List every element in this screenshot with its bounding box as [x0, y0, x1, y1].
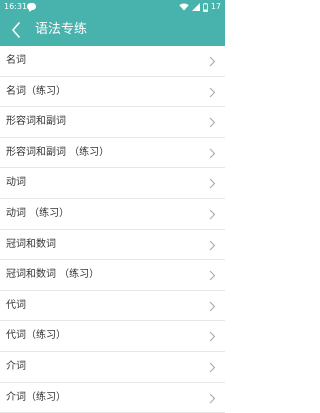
status-bar: 16:31 17 [0, 0, 225, 14]
chevron-right-icon [208, 331, 216, 342]
list-item-label: 动词 [6, 177, 26, 189]
list-item-label: 名词 [6, 55, 26, 66]
list-item[interactable]: 代词（练习） [0, 321, 225, 352]
list-item[interactable]: 形容词和副词 [0, 107, 225, 138]
chevron-right-icon [208, 270, 216, 281]
list-item[interactable]: 冠词和数词 （练习） [0, 260, 225, 291]
chevron-right-icon [208, 117, 216, 128]
list-item-label: 代词（练习） [6, 330, 66, 342]
chevron-right-icon [208, 209, 216, 220]
list-item[interactable]: 介词 [0, 352, 225, 383]
signal-icon [191, 3, 200, 11]
wifi-icon [179, 3, 189, 11]
list-item[interactable]: 动词 （练习） [0, 199, 225, 230]
list-item-label: 介词（练习） [6, 391, 66, 403]
list-item[interactable]: 形容词和副词 （练习） [0, 138, 225, 169]
status-indicators: 17 [179, 0, 221, 14]
list-item-label: 冠词和数词 （练习） [6, 269, 100, 281]
list-item[interactable]: 冠词和数词 [0, 230, 225, 261]
list-item[interactable]: 代词 [0, 291, 225, 322]
list-item-label: 形容词和副词 （练习） [6, 146, 110, 158]
chevron-right-icon [208, 148, 216, 159]
list-item-label: 形容词和副词 [6, 116, 66, 128]
chevron-right-icon [208, 301, 216, 312]
list-item[interactable]: 介词（练习） [0, 383, 225, 413]
back-button[interactable] [6, 18, 26, 42]
chevron-right-icon [208, 362, 216, 373]
battery-icon [202, 2, 208, 12]
list-item[interactable]: 名词 [0, 46, 225, 77]
chevron-right-icon [208, 393, 216, 404]
chevron-right-icon [208, 178, 216, 189]
chevron-right-icon [208, 87, 216, 98]
status-time: 16:31 [4, 2, 28, 11]
chevron-right-icon [208, 56, 216, 67]
list-item-label: 介词 [6, 360, 26, 372]
list-item-label: 名词（练习） [6, 85, 66, 97]
battery-level: 17 [210, 2, 221, 11]
list-item[interactable]: 名词（练习） [0, 77, 225, 108]
chat-bubble-icon [27, 3, 36, 10]
app-bar: 语法专练 [0, 14, 225, 46]
list-item-label: 冠词和数词 [6, 238, 56, 250]
chevron-left-icon [12, 22, 20, 38]
list-item[interactable]: 动词 [0, 168, 225, 199]
page-title: 语法专练 [35, 22, 88, 37]
list-item-label: 动词 （练习） [6, 207, 70, 219]
chevron-right-icon [208, 240, 216, 251]
grammar-topic-list: 名词 名词（练习） 形容词和副词 形容词和副词 （练习） 动词 动词 （练习） … [0, 46, 225, 413]
list-item-label: 代词 [6, 299, 26, 311]
